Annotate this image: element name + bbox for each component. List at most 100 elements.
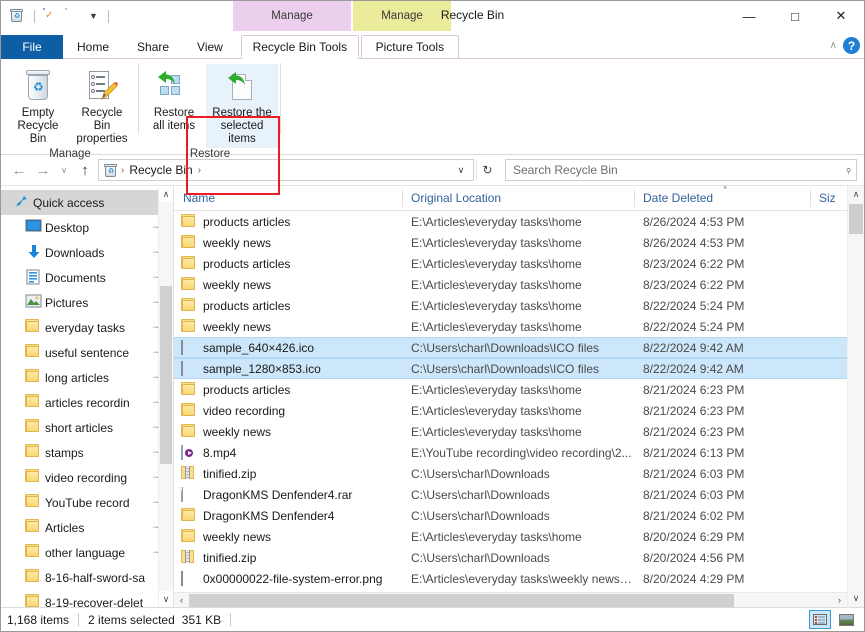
table-row[interactable]: products articles E:\Articles\everyday ta… [174, 379, 847, 400]
table-row[interactable]: products articles E:\Articles\everyday ta… [174, 211, 847, 232]
chevron-down-icon[interactable]: ∨ [451, 165, 471, 176]
sidebar-item-short-articles[interactable]: short articles📌 [1, 415, 173, 440]
minimize-button[interactable]: — [726, 1, 772, 31]
horizontal-scrollbar[interactable]: ‹ › [174, 592, 847, 607]
restore-the-selected-items-button[interactable]: Restore the selected items [206, 64, 278, 148]
button-label-line2: Recycle Bin [17, 120, 59, 145]
tab-view[interactable]: View [183, 35, 237, 59]
sidebar-item-youtube-record[interactable]: YouTube record📌 [1, 490, 173, 515]
sidebar-item-everyday-tasks[interactable]: everyday tasks📌 [1, 315, 173, 340]
table-row[interactable]: tinified.zip C:\Users\charl\Downloads 8/21… [174, 463, 847, 484]
table-row[interactable]: products articles E:\Articles\everyday ta… [174, 253, 847, 274]
status-bar: 1,168 items 2 items selected 351 KB [1, 607, 864, 631]
column-header-size[interactable]: Siz [810, 186, 847, 211]
help-button[interactable]: ? [843, 37, 860, 54]
table-row[interactable]: sample_640×426.ico C:\Users\charl\Downloa… [174, 337, 847, 358]
list-vertical-scrollbar[interactable]: ∧ ∨ [847, 186, 864, 607]
table-row[interactable]: video recording E:\Articles\everyday task… [174, 400, 847, 421]
hscroll-right-button[interactable]: › [832, 595, 847, 605]
cell-name: tinified.zip [174, 465, 402, 482]
sidebar-item-long-articles[interactable]: long articles📌 [1, 365, 173, 390]
list-scroll-thumb[interactable] [849, 204, 863, 234]
table-row[interactable]: weekly news E:\Articles\everyday tasks\ho… [174, 421, 847, 442]
table-row[interactable]: weekly news E:\Articles\everyday tasks\ho… [174, 232, 847, 253]
hscroll-left-button[interactable]: ‹ [174, 595, 189, 605]
cell-date-deleted: 8/23/2024 6:22 PM [643, 256, 745, 271]
maximize-button[interactable]: □ [772, 1, 818, 31]
tab-home[interactable]: Home [63, 35, 123, 59]
cell-date-deleted: 8/21/2024 6:02 PM [643, 508, 745, 523]
file-name-label: weekly news [203, 424, 272, 439]
table-row[interactable]: sample_1280×853.ico C:\Users\charl\Downlo… [174, 358, 847, 379]
recycle-bin-icon[interactable]: ♻ [9, 8, 26, 25]
properties-icon[interactable]: ✓ [43, 7, 60, 25]
nav-scroll-down-button[interactable]: ∨ [159, 591, 173, 607]
table-row[interactable]: DragonKMS Denfender4 C:\Users\charl\Downl… [174, 505, 847, 526]
sidebar-item-label: Articles [45, 520, 85, 535]
recycle-bin-icon: ♻ [102, 162, 119, 179]
details-view-button[interactable] [809, 610, 831, 629]
sidebar-item-desktop[interactable]: Desktop📌 [1, 215, 173, 240]
column-header-original-location[interactable]: Original Location [402, 186, 634, 211]
cell-name: DragonKMS Denfender4.rar [174, 486, 402, 503]
column-header-name[interactable]: Name [174, 186, 402, 211]
cell-date-deleted: 8/20/2024 4:56 PM [643, 550, 745, 565]
nav-header-quick-access[interactable]: Quick access [1, 190, 173, 215]
status-item-count: 1,168 items [7, 612, 70, 627]
table-row[interactable]: 8.mp4 E:\YouTube recording\video recordin… [174, 442, 847, 463]
search-input[interactable]: Search Recycle Bin ⌕ [505, 159, 857, 181]
table-row[interactable]: products articles E:\Articles\everyday ta… [174, 295, 847, 316]
sidebar-item-useful-sentence[interactable]: useful sentence📌 [1, 340, 173, 365]
cell-date-deleted: 8/21/2024 6:03 PM [643, 466, 745, 481]
close-button[interactable]: ✕ [818, 1, 864, 31]
chevron-right-icon-2[interactable]: › [196, 165, 203, 176]
disabled-icon [65, 7, 82, 25]
sidebar-item-8-19-recover-delet[interactable]: 8-19-recover-delet [1, 590, 173, 607]
nav-scrollbar[interactable]: ∧ ∨ [158, 186, 173, 607]
column-header-date-label: Date Deleted [643, 191, 714, 205]
sidebar-item-video-recording[interactable]: video recording📌 [1, 465, 173, 490]
file-list-pane: Name Original Location Date Deleted ∨ Si… [174, 186, 847, 607]
empty-recycle-bin-button[interactable]: ♻ Empty Recycle Bin [6, 64, 70, 148]
cell-name: products articles [174, 297, 402, 314]
generic-file-icon [181, 486, 183, 502]
list-scroll-down-button[interactable]: ∨ [848, 590, 864, 607]
sidebar-item-articles[interactable]: Articles📌 [1, 515, 173, 540]
hscroll-thumb[interactable] [189, 593, 734, 607]
tab-picture-tools[interactable]: Picture Tools [360, 35, 459, 59]
tab-share[interactable]: Share [123, 35, 183, 59]
sidebar-item-label: video recording [45, 470, 128, 485]
table-row[interactable]: weekly news E:\Articles\everyday tasks\ho… [174, 526, 847, 547]
sidebar-item-articles-recordin[interactable]: articles recordin📌 [1, 390, 173, 415]
customize-qat-icon[interactable]: ▼ [87, 11, 100, 21]
sidebar-item-other-language[interactable]: other language📌 [1, 540, 173, 565]
tab-file[interactable]: File [1, 35, 63, 59]
table-row[interactable]: weekly news E:\Articles\everyday tasks\ho… [174, 316, 847, 337]
sidebar-item-documents[interactable]: Documents📌 [1, 265, 173, 290]
cell-date-deleted: 8/21/2024 6:13 PM [643, 445, 745, 460]
cell-date-deleted: 8/21/2024 6:23 PM [643, 403, 745, 418]
table-row[interactable]: 0x00000022-file-system-error.png E:\Artic… [174, 568, 847, 589]
restore-all-items-button[interactable]: Restore all items [142, 64, 206, 135]
sidebar-item-label: everyday tasks [45, 320, 126, 335]
column-headers: Name Original Location Date Deleted ∨ Si… [174, 186, 847, 211]
large-icons-view-button[interactable] [835, 610, 857, 629]
nav-scroll-thumb[interactable] [160, 286, 172, 464]
refresh-button[interactable]: ↻ [476, 159, 498, 181]
sidebar-item-downloads[interactable]: Downloads📌 [1, 240, 173, 265]
nav-scroll-up-button[interactable]: ∧ [159, 186, 173, 202]
collapse-ribbon-icon[interactable]: ∧ [830, 40, 837, 51]
table-row[interactable]: DragonKMS Denfender4.rar C:\Users\charl\D… [174, 484, 847, 505]
recycle-bin-properties-button[interactable]: Recycle Bin properties [70, 64, 134, 148]
breadcrumb-item-recycle-bin[interactable]: Recycle Bin [126, 163, 195, 177]
tab-recycle-bin-tools[interactable]: Recycle Bin Tools [240, 35, 359, 59]
sidebar-item-stamps[interactable]: stamps📌 [1, 440, 173, 465]
list-scroll-up-button[interactable]: ∧ [848, 186, 864, 203]
sidebar-item-pictures[interactable]: Pictures📌 [1, 290, 173, 315]
cell-date-deleted: 8/21/2024 6:03 PM [643, 487, 745, 502]
table-row[interactable]: weekly news E:\Articles\everyday tasks\ho… [174, 274, 847, 295]
sidebar-item-8-16-half-sword-sa[interactable]: 8-16-half-sword-sa [1, 565, 173, 590]
column-header-date-deleted[interactable]: Date Deleted ∨ [634, 186, 810, 211]
table-row[interactable]: tinified.zip C:\Users\charl\Downloads 8/20… [174, 547, 847, 568]
cell-original-location: C:\Users\charl\Downloads [411, 466, 550, 481]
